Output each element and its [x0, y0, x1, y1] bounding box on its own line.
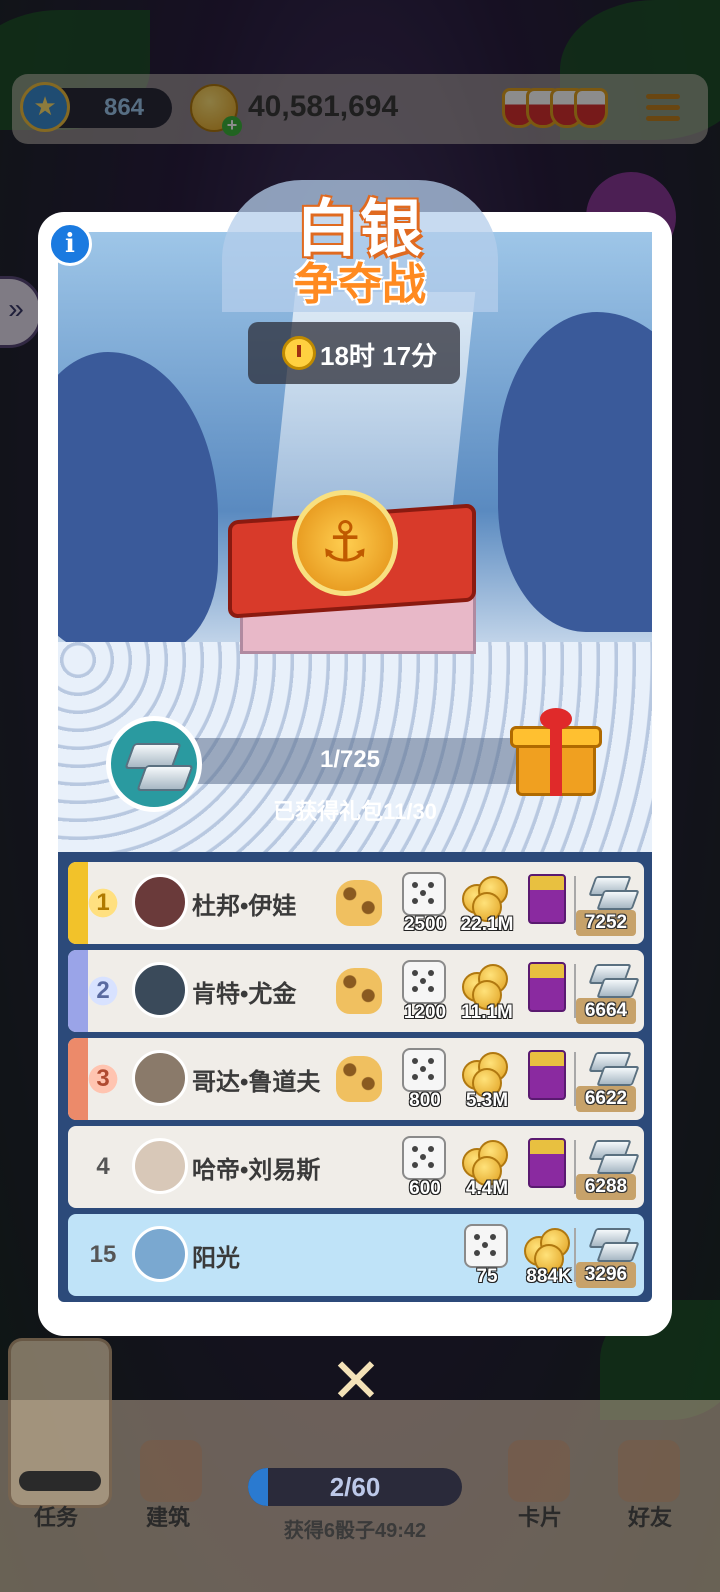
info-icon[interactable]: i	[48, 222, 92, 266]
silver-score: 6622	[576, 1086, 636, 1112]
task-panel[interactable]	[8, 1338, 112, 1508]
avatar	[132, 874, 188, 930]
nav-cards[interactable]: 卡片	[480, 1500, 600, 1532]
dice-icon	[402, 1136, 446, 1180]
dice-reward: 2500	[403, 914, 447, 935]
player-name: 哥达•鲁道夫	[192, 1069, 321, 1096]
player-name: 哈帝•刘易斯	[192, 1157, 321, 1184]
avatar	[132, 1226, 188, 1282]
cat-token-icon	[336, 880, 382, 926]
coin-reward: 4.4M	[465, 1178, 509, 1199]
gift-box-icon[interactable]	[510, 706, 602, 798]
rank-number: 4	[96, 1153, 110, 1180]
card-pack-icon	[528, 1138, 566, 1188]
dice-timer: 获得6骰子49:42	[283, 1520, 427, 1542]
silver-ingot-icon	[588, 1050, 640, 1086]
silver-ingot-icon	[588, 1226, 640, 1262]
silver-score: 7252	[576, 910, 636, 936]
coins-icon	[462, 872, 508, 922]
silver-score: 6288	[576, 1174, 636, 1200]
avatar	[132, 1138, 188, 1194]
cards-icon[interactable]	[508, 1440, 570, 1502]
dice-icon	[402, 1048, 446, 1092]
dice-icon	[402, 872, 446, 916]
nav-build[interactable]: 建筑	[108, 1500, 228, 1532]
cat-token-icon	[336, 968, 382, 1014]
rank-number: 15	[89, 1241, 117, 1268]
silver-score: 6664	[576, 998, 636, 1024]
close-icon[interactable]: ✕	[328, 1351, 384, 1413]
dice-progress: 2/60	[248, 1468, 462, 1506]
build-icon[interactable]	[140, 1440, 202, 1502]
dice-reward: 75	[476, 1266, 498, 1287]
dice-icon	[402, 960, 446, 1004]
avatar	[132, 1050, 188, 1106]
event-title-line2: 争夺战	[294, 260, 426, 309]
card-pack-icon	[528, 874, 566, 924]
dice-progress-text: 2/60	[329, 1472, 381, 1502]
coin-reward: 5.3M	[465, 1090, 509, 1111]
coin-reward: 11.1M	[461, 1002, 513, 1023]
anchor-medal-icon: ⚓	[292, 490, 398, 596]
packs-earned: 已获得礼包11/30	[273, 799, 437, 824]
card-pack-icon	[528, 1050, 566, 1100]
event-title: 白银 争夺战	[250, 196, 470, 310]
leaderboard-row[interactable]: 3 哥达•鲁道夫 800 5.3M 6622	[68, 1038, 644, 1120]
coins-icon	[524, 1224, 570, 1274]
leaderboard-row[interactable]: 1 杜邦•伊娃 2500 22.1M 7252	[68, 862, 644, 944]
rank-number: 3	[78, 1054, 128, 1104]
cat-token-icon	[336, 1056, 382, 1102]
rank-number: 1	[78, 878, 128, 928]
silver-ingot-icon	[588, 962, 640, 998]
event-timer: 18时 17分	[248, 322, 460, 384]
dice-icon	[464, 1224, 508, 1268]
card-pack-icon	[528, 962, 566, 1012]
event-title-line1: 白银	[295, 195, 424, 264]
coins-icon	[462, 1048, 508, 1098]
silver-ingot-icon	[588, 1138, 640, 1174]
coin-reward: 22.1M	[460, 914, 514, 935]
progress-text: 1/725	[319, 746, 381, 773]
nav-tasks[interactable]: 任务	[0, 1500, 116, 1532]
player-name: 阳光	[192, 1245, 240, 1272]
dice-reward: 600	[409, 1178, 441, 1199]
silver-score: 3296	[576, 1262, 636, 1288]
player-name: 肯特•尤金	[192, 981, 297, 1008]
player-name: 杜邦•伊娃	[192, 893, 297, 920]
avatar	[132, 962, 188, 1018]
silver-progress-bar: 1/725	[150, 738, 550, 784]
friends-icon[interactable]	[618, 1440, 680, 1502]
timer-text: 18时 17分	[320, 341, 438, 371]
dice-reward: 800	[409, 1090, 441, 1111]
coins-icon	[462, 1136, 508, 1186]
dice-reward: 1200	[403, 1002, 447, 1023]
silver-ingot-icon	[588, 874, 640, 910]
leaderboard-row-self[interactable]: 15 阳光 75 884K 3296	[68, 1214, 644, 1296]
leaderboard-row[interactable]: 2 肯特•尤金 1200 11.1M 6664	[68, 950, 644, 1032]
leaderboard-row[interactable]: 4 哈帝•刘易斯 600 4.4M 6288	[68, 1126, 644, 1208]
coins-icon	[462, 960, 508, 1010]
nav-friends[interactable]: 好友	[590, 1500, 710, 1532]
stopwatch-icon	[282, 336, 316, 370]
rank-number: 2	[78, 966, 128, 1016]
